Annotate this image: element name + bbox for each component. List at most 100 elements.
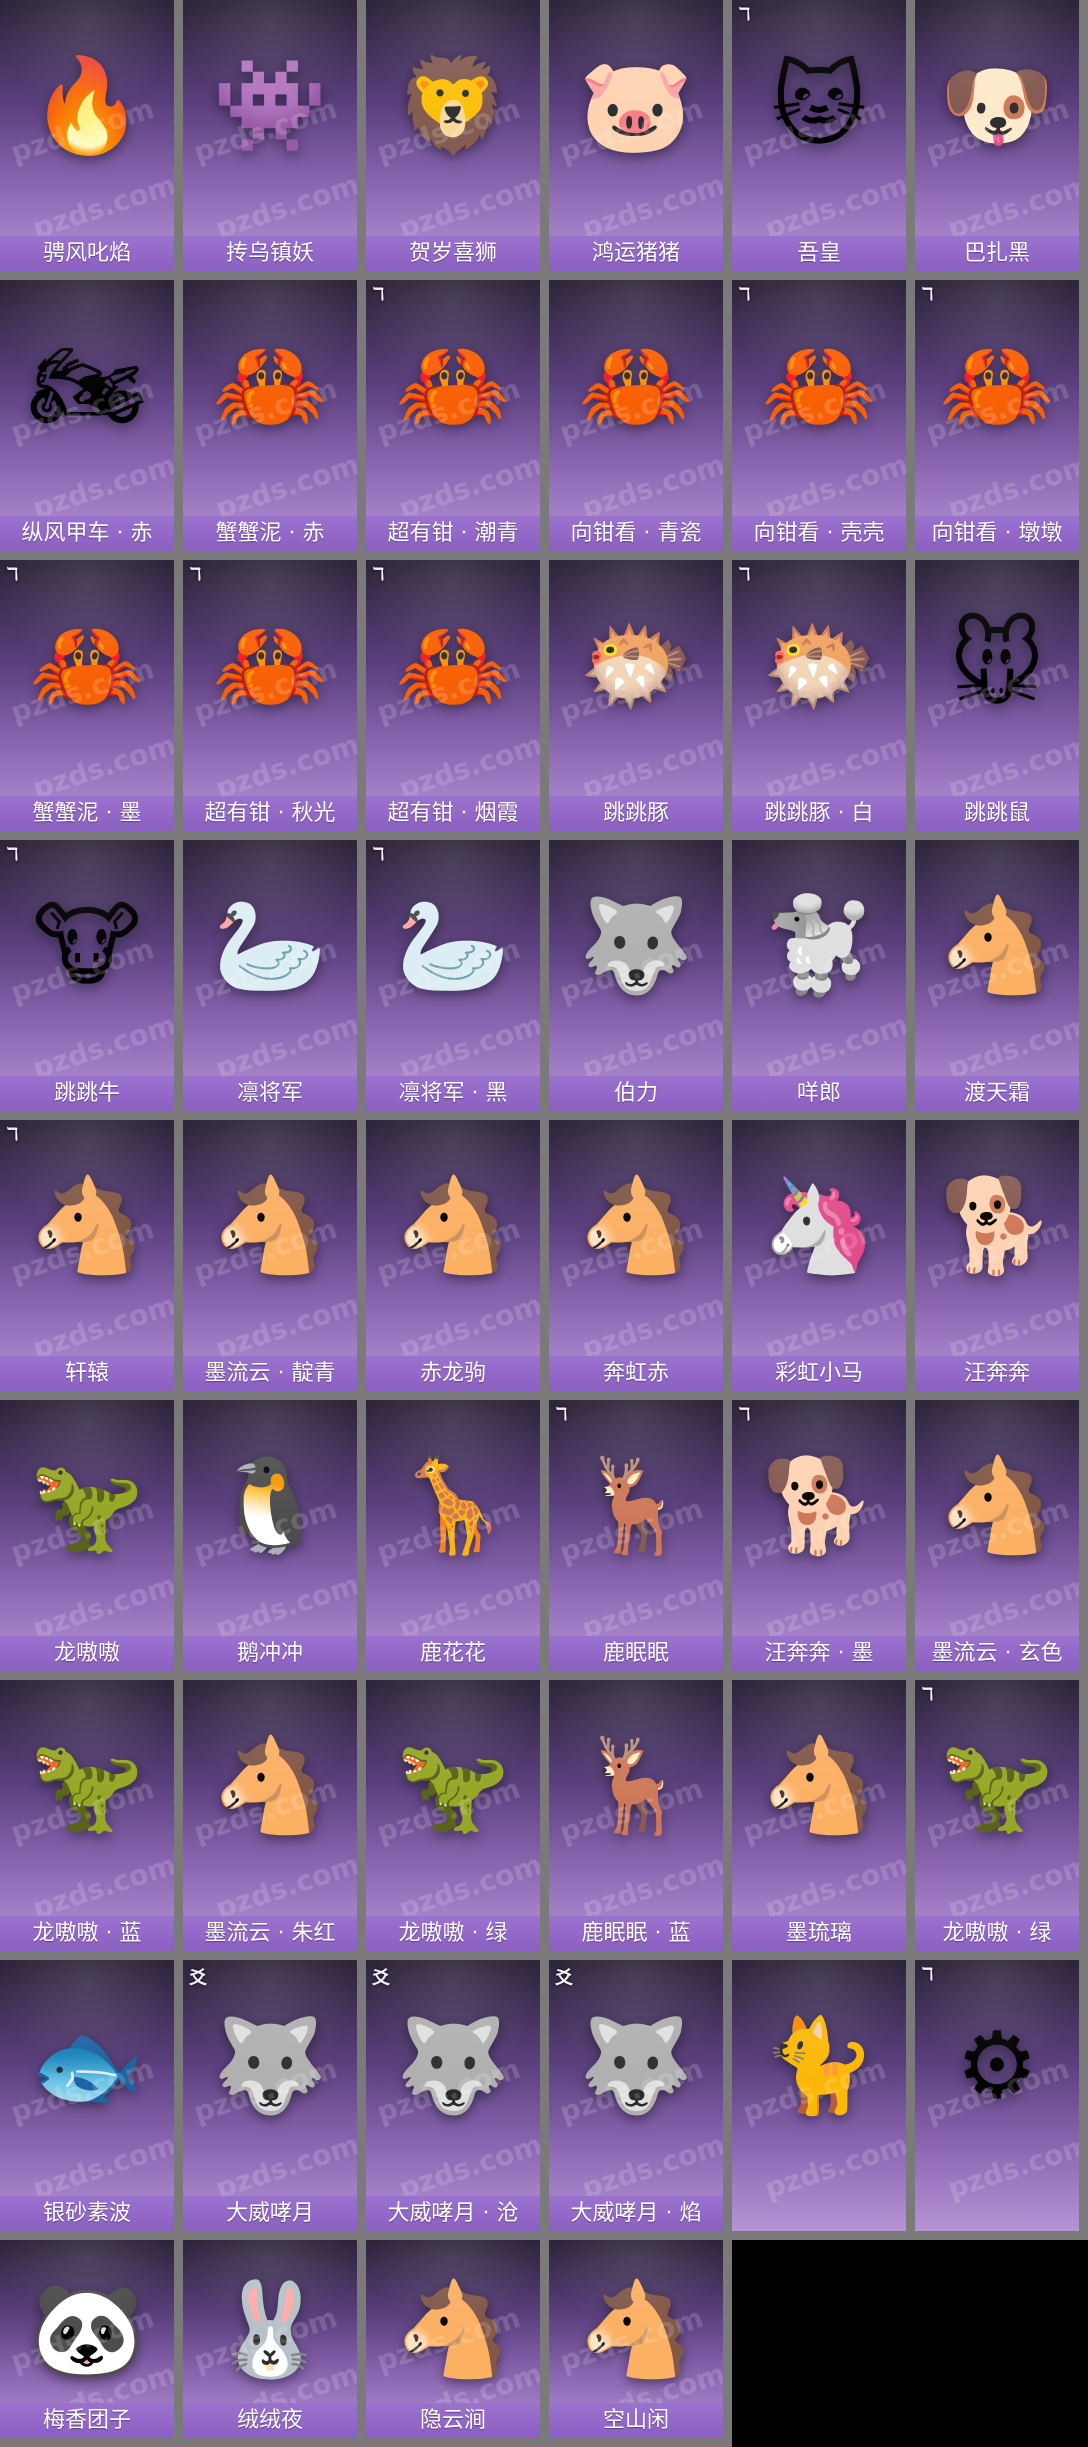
mount-card[interactable]: 🐶 pzds.com pzds.com 巴扎黑 bbox=[915, 0, 1088, 280]
mount-card[interactable]: 🐮 pzds.com pzds.com ℸ 跳跳牛 bbox=[0, 840, 183, 1120]
mount-name-label: 蟹蟹泥 · 墨 bbox=[0, 796, 174, 831]
mount-card[interactable]: 🦀 pzds.com pzds.com ℸ 向钳看 · 壳壳 bbox=[732, 280, 915, 560]
mount-name-label: 跳跳牛 bbox=[0, 1076, 174, 1111]
mount-card[interactable]: 🦀 pzds.com pzds.com ℸ 向钳看 · 墩墩 bbox=[915, 280, 1088, 560]
mount-name-label: 凛将军 bbox=[183, 1076, 357, 1111]
mount-artwork: 🏍 pzds.com pzds.com bbox=[0, 280, 174, 551]
mount-name-label: 巴扎黑 bbox=[915, 236, 1079, 271]
watermark: pzds.com bbox=[394, 1567, 547, 1645]
mount-card[interactable]: 🐰 pzds.com pzds.com 绒绒夜 bbox=[183, 2240, 366, 2447]
mount-card[interactable]: 🐴 pzds.com pzds.com 墨流云 · 朱红 bbox=[183, 1680, 366, 1960]
mount-card[interactable]: 🐴 pzds.com pzds.com ℸ 轩辕 bbox=[0, 1120, 183, 1400]
mount-name-label: 超有钳 · 秋光 bbox=[183, 796, 357, 831]
mount-card[interactable]: 🦀 pzds.com pzds.com 向钳看 · 青瓷 bbox=[549, 280, 732, 560]
watermark: pzds.com bbox=[211, 167, 364, 245]
mount-artwork: 🐴 pzds.com pzds.com bbox=[183, 1120, 357, 1391]
corner-badge: ℸ bbox=[921, 1684, 934, 1705]
corner-badge: ℸ bbox=[738, 284, 751, 305]
watermark: pzds.com bbox=[943, 1567, 1088, 1645]
mount-artwork: 🦢 pzds.com pzds.com bbox=[183, 840, 357, 1111]
mount-card[interactable]: 🐴 pzds.com pzds.com 墨流云 · 靛青 bbox=[183, 1120, 366, 1400]
mount-artwork: 🦀 pzds.com pzds.com bbox=[183, 280, 357, 551]
watermark: pzds.com bbox=[760, 2127, 913, 2205]
mount-name-label: 渡天霜 bbox=[915, 1076, 1079, 1111]
watermark: pzds.com bbox=[394, 1007, 547, 1085]
mount-card[interactable]: 🦢 pzds.com pzds.com ℸ 凛将军 · 黑 bbox=[366, 840, 549, 1120]
corner-badge: 爻 bbox=[555, 1968, 573, 1989]
mount-name-label: 超有钳 · 潮青 bbox=[366, 516, 540, 551]
mount-name-label: 凛将军 · 黑 bbox=[366, 1076, 540, 1111]
corner-badge: ℸ bbox=[921, 284, 934, 305]
mount-card[interactable]: 🐺 pzds.com pzds.com 爻大威哮月 · 焰 bbox=[549, 1960, 732, 2240]
mount-card[interactable]: 🐕 pzds.com pzds.com ℸ 汪奔奔 · 墨 bbox=[732, 1400, 915, 1680]
mount-card[interactable]: 🦖 pzds.com pzds.com ℸ 龙嗷嗷 · 绿 bbox=[915, 1680, 1088, 1960]
mount-card[interactable]: 🐡 pzds.com pzds.com 跳跳豚 bbox=[549, 560, 732, 840]
corner-badge: ℸ bbox=[6, 1124, 19, 1145]
mount-card[interactable]: 🐼 pzds.com pzds.com 梅香团子 bbox=[0, 2240, 183, 2447]
mount-artwork: 🦢 pzds.com pzds.com bbox=[366, 840, 540, 1111]
mount-name-label: 墨流云 · 靛青 bbox=[183, 1356, 357, 1391]
mount-card[interactable]: 🦌 pzds.com pzds.com 鹿眠眠 · 蓝 bbox=[549, 1680, 732, 1960]
mount-card[interactable]: 🐈 pzds.com pzds.com bbox=[732, 1960, 915, 2240]
mount-artwork: 🦖 pzds.com pzds.com bbox=[0, 1400, 174, 1671]
mount-name-label: 墨琉璃 bbox=[732, 1916, 906, 1951]
mount-card[interactable]: 🦁 pzds.com pzds.com 贺岁喜狮 bbox=[366, 0, 549, 280]
mount-card[interactable]: 🐴 pzds.com pzds.com 赤龙驹 bbox=[366, 1120, 549, 1400]
corner-badge: ℸ bbox=[555, 1404, 568, 1425]
mount-card[interactable]: ⚙ pzds.com pzds.com ℸ bbox=[915, 1960, 1088, 2240]
mount-card[interactable]: 🐭 pzds.com pzds.com 跳跳鼠 bbox=[915, 560, 1088, 840]
mount-card[interactable]: 🦀 pzds.com pzds.com 蟹蟹泥 · 赤 bbox=[183, 280, 366, 560]
mount-card[interactable]: 🐡 pzds.com pzds.com ℸ 跳跳豚 · 白 bbox=[732, 560, 915, 840]
mount-card[interactable]: 🐺 pzds.com pzds.com 爻大威哮月 bbox=[183, 1960, 366, 2240]
mount-card[interactable]: 🐺 pzds.com pzds.com 伯力 bbox=[549, 840, 732, 1120]
mount-card[interactable]: 🐴 pzds.com pzds.com 渡天霜 bbox=[915, 840, 1088, 1120]
watermark: pzds.com bbox=[760, 727, 913, 805]
mount-card[interactable]: 🦖 pzds.com pzds.com 龙嗷嗷 bbox=[0, 1400, 183, 1680]
mount-card[interactable]: 🐷 pzds.com pzds.com 鸿运猪猪 bbox=[549, 0, 732, 280]
mount-name-label: 贺岁喜狮 bbox=[366, 236, 540, 271]
mount-card[interactable]: 🦌 pzds.com pzds.com ℸ 鹿眠眠 bbox=[549, 1400, 732, 1680]
mount-card[interactable]: 🐕 pzds.com pzds.com 汪奔奔 bbox=[915, 1120, 1088, 1400]
mount-card[interactable]: 🦀 pzds.com pzds.com ℸ 蟹蟹泥 · 墨 bbox=[0, 560, 183, 840]
mount-card[interactable]: 🐺 pzds.com pzds.com 爻大威哮月 · 沧 bbox=[366, 1960, 549, 2240]
mount-card[interactable]: 🐴 pzds.com pzds.com 墨流云 · 玄色 bbox=[915, 1400, 1088, 1680]
watermark: pzds.com bbox=[760, 1847, 913, 1925]
mount-card[interactable]: 🦢 pzds.com pzds.com 凛将军 bbox=[183, 840, 366, 1120]
mount-artwork: 🐴 pzds.com pzds.com bbox=[366, 1120, 540, 1391]
watermark: pzds.com bbox=[211, 1847, 364, 1925]
mount-artwork: 🐺 pzds.com pzds.com bbox=[549, 840, 723, 1111]
watermark: pzds.com bbox=[394, 2127, 547, 2205]
mount-card[interactable]: 🐱 pzds.com pzds.com ℸ 吾皇 bbox=[732, 0, 915, 280]
mount-artwork: 🐴 pzds.com pzds.com bbox=[549, 1120, 723, 1391]
mount-card[interactable]: 🦖 pzds.com pzds.com 龙嗷嗷 · 蓝 bbox=[0, 1680, 183, 1960]
mount-card[interactable]: 👾 pzds.com pzds.com 抟乌镇妖 bbox=[183, 0, 366, 280]
mount-artwork: 🐕 pzds.com pzds.com bbox=[915, 1120, 1079, 1391]
mount-artwork: 🐡 pzds.com pzds.com bbox=[732, 560, 906, 831]
corner-badge: ℸ bbox=[738, 564, 751, 585]
mount-card[interactable]: 🦀 pzds.com pzds.com ℸ 超有钳 · 烟霞 bbox=[366, 560, 549, 840]
mount-card[interactable]: 🦀 pzds.com pzds.com ℸ 超有钳 · 潮青 bbox=[366, 280, 549, 560]
mount-card[interactable]: 🏍 pzds.com pzds.com 纵风甲车 · 赤 bbox=[0, 280, 183, 560]
mount-card[interactable]: 🐩 pzds.com pzds.com 咩郎 bbox=[732, 840, 915, 1120]
mount-card[interactable]: 🐴 pzds.com pzds.com 空山闲 bbox=[549, 2240, 732, 2447]
mount-artwork: 🐧 pzds.com pzds.com bbox=[183, 1400, 357, 1671]
watermark: pzds.com bbox=[394, 167, 547, 245]
mount-name-label: 龙嗷嗷 bbox=[0, 1636, 174, 1671]
mount-name-label: 鹅冲冲 bbox=[183, 1636, 357, 1671]
corner-badge: ℸ bbox=[6, 844, 19, 865]
mount-card[interactable]: 🦒 pzds.com pzds.com 鹿花花 bbox=[366, 1400, 549, 1680]
mount-card[interactable]: 🐴 pzds.com pzds.com 隐云涧 bbox=[366, 2240, 549, 2447]
mount-card[interactable]: 🔥 pzds.com pzds.com 骋风叱焰 bbox=[0, 0, 183, 280]
watermark: pzds.com bbox=[577, 1007, 730, 1085]
mount-card[interactable]: 🐧 pzds.com pzds.com 鹅冲冲 bbox=[183, 1400, 366, 1680]
watermark: pzds.com bbox=[28, 1007, 181, 1085]
mount-card[interactable]: 🦄 pzds.com pzds.com 彩虹小马 bbox=[732, 1120, 915, 1400]
mount-card[interactable]: 🦖 pzds.com pzds.com 龙嗷嗷 · 绿 bbox=[366, 1680, 549, 1960]
watermark: pzds.com bbox=[394, 447, 547, 525]
mount-card[interactable]: 🐟 pzds.com pzds.com 银砂素波 bbox=[0, 1960, 183, 2240]
mount-card[interactable]: 🦀 pzds.com pzds.com ℸ 超有钳 · 秋光 bbox=[183, 560, 366, 840]
mount-card[interactable]: 🐴 pzds.com pzds.com 墨琉璃 bbox=[732, 1680, 915, 1960]
mount-artwork: 🐴 pzds.com pzds.com bbox=[915, 840, 1079, 1111]
mount-card[interactable]: 🐴 pzds.com pzds.com 奔虹赤 bbox=[549, 1120, 732, 1400]
mount-artwork: ⚙ pzds.com pzds.com bbox=[915, 1960, 1079, 2231]
